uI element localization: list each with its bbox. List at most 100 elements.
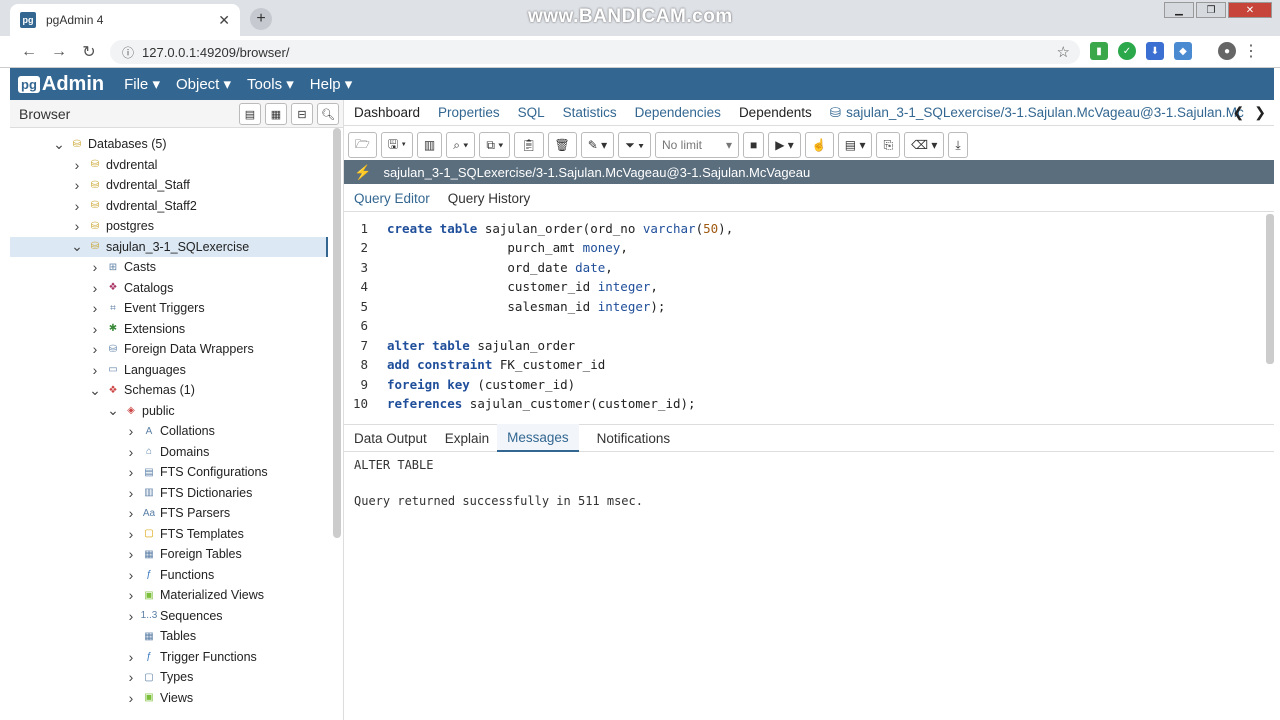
chevron-right-icon[interactable]: › — [70, 198, 84, 214]
tab-sql[interactable]: SQL — [518, 105, 545, 120]
chevron-right-icon[interactable]: › — [70, 177, 84, 193]
tree-node[interactable]: › ⌂ Domains — [10, 442, 210, 462]
browser-menu-icon[interactable]: ⋮ — [1243, 42, 1259, 60]
tree-node[interactable]: › ⌗ Event Triggers — [10, 298, 205, 318]
tab-notifications[interactable]: Notifications — [597, 424, 671, 452]
find-icon[interactable]: ⌕ ▾ — [446, 132, 476, 158]
explain-icon[interactable]: ☝ — [804, 132, 834, 158]
chevron-right-icon[interactable]: › — [124, 423, 138, 439]
chevron-right-icon[interactable]: › — [124, 444, 138, 460]
tab-properties[interactable]: Properties — [438, 105, 500, 120]
chevron-right-icon[interactable]: › — [124, 690, 138, 706]
chevron-right-icon[interactable]: › — [88, 341, 102, 357]
chevron-right-icon[interactable]: › — [124, 669, 138, 685]
filter-icon[interactable]: ⏷ ▾ — [618, 132, 651, 158]
tree-node[interactable]: › ⛁ postgres — [10, 216, 154, 236]
new-tab-button[interactable]: + — [250, 8, 272, 30]
tab-data-output[interactable]: Data Output — [354, 424, 427, 452]
maximize-icon[interactable]: ❐ — [1196, 2, 1226, 18]
tree-node[interactable]: › ▢ Types — [10, 667, 194, 687]
tab-explain[interactable]: Explain — [445, 424, 489, 452]
menu-help[interactable]: Help ▾ — [310, 75, 353, 93]
delete-icon[interactable]: 🗑︎ — [547, 132, 577, 158]
bookmark-star-icon[interactable]: ☆ — [1057, 43, 1070, 61]
tab-query-tool[interactable]: ⛁ sajulan_3-1_SQLexercise/3-1.Sajulan.Mc… — [830, 105, 1244, 121]
tree-node[interactable]: › ⛁ Foreign Data Wrappers — [10, 339, 254, 359]
tree-node[interactable]: › ▭ Languages — [10, 360, 186, 380]
explain-analyze-icon[interactable]: ▤ ▾ — [837, 132, 873, 158]
chevron-right-icon[interactable]: › — [88, 259, 102, 275]
row-limit-select[interactable]: No limit ▾ — [654, 132, 739, 158]
chevron-down-icon[interactable]: ⌄ — [52, 136, 66, 153]
connection-status-icon[interactable]: ⚡ — [354, 164, 371, 181]
tab-messages[interactable]: Messages — [497, 424, 579, 452]
chevron-left-icon[interactable]: ❮ — [1233, 104, 1245, 121]
close-tab-icon[interactable]: ✕ — [218, 12, 230, 29]
tree-node[interactable]: › ❖ Catalogs — [10, 278, 174, 298]
download-extension-icon[interactable]: ⬇ — [1146, 42, 1164, 60]
tree-node[interactable]: › A Collations — [10, 421, 215, 441]
chevron-right-icon[interactable]: › — [88, 362, 102, 378]
chevron-right-icon[interactable]: › — [70, 218, 84, 234]
tab-query-history[interactable]: Query History — [448, 191, 531, 206]
chevron-right-icon[interactable]: ❯ — [1254, 104, 1266, 121]
open-file-icon[interactable]: 🗁 — [348, 132, 377, 158]
chevron-right-icon[interactable]: › — [70, 157, 84, 173]
chevron-down-icon[interactable]: ⌄ — [106, 402, 120, 419]
tab-dashboard[interactable]: Dashboard — [354, 105, 420, 120]
tree-node[interactable]: › ✱ Extensions — [10, 319, 186, 339]
tree-scrollbar[interactable] — [333, 128, 341, 538]
chevron-right-icon[interactable]: › — [88, 321, 102, 337]
chevron-right-icon[interactable]: › — [124, 608, 138, 624]
chevron-down-icon[interactable]: ⌄ — [70, 238, 84, 255]
tree-node[interactable]: › ▥ FTS Dictionaries — [10, 483, 253, 503]
tab-dependencies[interactable]: Dependencies — [635, 105, 721, 120]
back-icon[interactable]: ← — [14, 43, 44, 61]
minimize-icon[interactable]: ▁ — [1164, 2, 1194, 18]
window-close-icon[interactable]: ✕ — [1228, 2, 1272, 18]
url-field[interactable]: ⓘ 127.0.0.1:49209/browser/ ☆ — [110, 40, 1080, 64]
tree-node[interactable]: › ƒ Trigger Functions — [10, 647, 257, 667]
chevron-right-icon[interactable]: › — [124, 649, 138, 665]
chevron-right-icon[interactable]: › — [124, 505, 138, 521]
check-extension-icon[interactable]: ✓ — [1118, 42, 1136, 60]
tab-dependents[interactable]: Dependents — [739, 105, 812, 120]
filter-rows-icon[interactable]: ⊟ — [291, 103, 313, 125]
tree-node[interactable]: › ⛁ dvdrental — [10, 155, 158, 175]
chevron-right-icon[interactable]: › — [124, 464, 138, 480]
chevron-right-icon[interactable]: › — [88, 280, 102, 296]
profile-avatar-icon[interactable]: ● — [1218, 42, 1236, 60]
tree-node[interactable]: ⌄ ◈ public — [10, 401, 175, 421]
extension-icon[interactable]: ▮ — [1090, 42, 1108, 60]
tree-node[interactable]: › ▤ FTS Configurations — [10, 462, 268, 482]
view-data-icon[interactable]: ▦ — [265, 103, 287, 125]
tree-node[interactable]: ⌄ ⛁ Databases (5) — [10, 134, 166, 154]
browser-tab[interactable]: pg pgAdmin 4 ✕ — [10, 4, 240, 36]
menu-file[interactable]: File ▾ — [124, 75, 160, 93]
chevron-right-icon[interactable]: › — [124, 526, 138, 542]
tree-node[interactable]: ⌄ ⛁ sajulan_3-1_SQLexercise — [10, 236, 328, 257]
execute-icon[interactable]: ▶ ▾ — [768, 132, 801, 158]
tab-query-editor[interactable]: Query Editor — [354, 191, 430, 206]
edit-icon[interactable]: ✎ ▾ — [580, 132, 615, 158]
tree-node[interactable]: ▦ Tables — [10, 626, 196, 646]
chevron-right-icon[interactable]: › — [88, 300, 102, 316]
tree-node[interactable]: › ▣ Materialized Views — [10, 585, 264, 605]
query-tool-icon[interactable]: ▤ — [239, 103, 261, 125]
tree-node[interactable]: › 1..3 Sequences — [10, 606, 223, 626]
editor-scrollbar[interactable] — [1266, 214, 1274, 364]
stop-icon[interactable]: ■ — [742, 132, 765, 158]
puzzle-extension-icon[interactable]: ◆ — [1174, 42, 1192, 60]
tree-node[interactable]: › ▦ Foreign Tables — [10, 544, 242, 564]
clear-icon[interactable]: ⌫ ▾ — [904, 132, 945, 158]
download-csv-icon[interactable]: ⤓ — [948, 132, 968, 158]
tree-node[interactable]: › ▣ Views — [10, 688, 193, 708]
copy-icon[interactable]: ⧉ ▾ — [479, 132, 511, 158]
tree-node[interactable]: › ƒ Functions — [10, 565, 215, 585]
chevron-right-icon[interactable]: › — [124, 546, 138, 562]
menu-tools[interactable]: Tools ▾ — [247, 75, 294, 93]
sql-editor[interactable]: 1 create table sajulan_order(ord_no varch… — [344, 214, 1274, 422]
site-info-icon[interactable]: ⓘ — [122, 44, 134, 61]
chevron-right-icon[interactable]: › — [124, 567, 138, 583]
menu-object[interactable]: Object ▾ — [176, 75, 231, 93]
